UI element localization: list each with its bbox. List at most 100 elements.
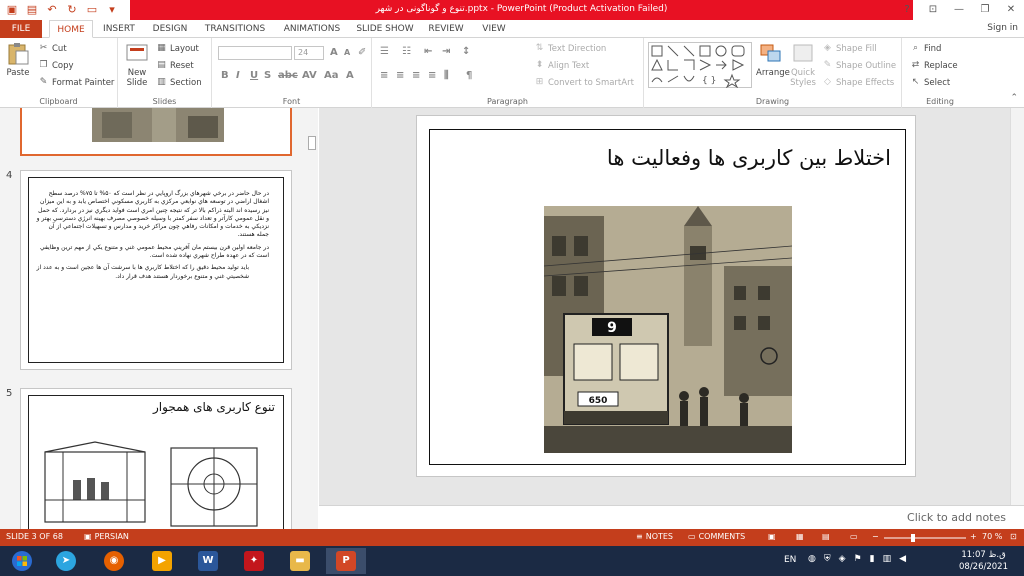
tab-slide-show[interactable]: SLIDE SHOW — [355, 20, 415, 38]
justify-icon[interactable]: ≡ — [428, 70, 436, 81]
zoom-in-button[interactable]: + — [970, 532, 977, 541]
grow-font-icon[interactable]: A — [330, 47, 338, 58]
input-language[interactable]: EN — [784, 555, 796, 565]
thumbnail-slide-4[interactable]: در حال حاضر در برخي شهرهاي بزرگ اروپايي … — [20, 170, 292, 370]
taskbar-word[interactable]: W — [188, 548, 228, 574]
rtl-icon[interactable]: ¶ — [466, 70, 472, 81]
normal-view-icon[interactable]: ▣ — [768, 532, 776, 541]
font-color-icon[interactable]: A — [346, 70, 354, 81]
notes-pane[interactable]: Click to add notes — [319, 505, 1024, 529]
thumbnail-slide-5[interactable]: تنوع کاربری های همجوار — [20, 388, 292, 529]
slide-title[interactable]: اختلاط بین کاربری ها وفعالیت ها — [607, 146, 891, 170]
replace-button[interactable]: ⇄ Replace — [910, 60, 958, 71]
section-button[interactable]: ▥ Section — [156, 77, 201, 88]
zoom-out-button[interactable]: − — [872, 532, 879, 541]
thumbnail-scrollbar[interactable] — [306, 108, 318, 529]
taskbar-firefox[interactable]: ◉ — [94, 548, 134, 574]
tab-insert[interactable]: INSERT — [98, 20, 140, 38]
taskbar-telegram[interactable]: ➤ — [46, 548, 86, 574]
shapes-gallery[interactable]: { } — [648, 42, 752, 88]
taskbar-acrobat[interactable]: ✦ — [234, 548, 274, 574]
zoom-slider[interactable] — [884, 534, 966, 542]
tray-flag-icon[interactable]: ⚑ — [854, 554, 862, 564]
select-button[interactable]: ↖ Select — [910, 77, 951, 88]
shrink-font-icon[interactable]: A — [344, 48, 350, 57]
undo-icon[interactable]: ↶ — [44, 2, 60, 18]
char-spacing-icon[interactable]: AV — [302, 70, 317, 81]
thumbnail-scrollbar-thumb[interactable] — [308, 136, 316, 150]
notes-placeholder[interactable]: Click to add notes — [907, 511, 1006, 524]
reading-view-icon[interactable]: ▤ — [822, 532, 830, 541]
copy-button[interactable]: ❐ Copy — [38, 60, 73, 71]
zoom-level[interactable]: 70 % — [982, 532, 1002, 541]
bold-icon[interactable]: B — [221, 70, 229, 81]
tab-review[interactable]: REVIEW — [423, 20, 469, 38]
notes-button[interactable]: ≡ NOTES — [636, 532, 673, 541]
align-left-icon[interactable]: ≡ — [380, 70, 388, 81]
align-center-icon[interactable]: ≡ — [396, 70, 404, 81]
taskbar-clock[interactable]: 11:07 ق.ظ 08/26/2021 — [959, 549, 1008, 573]
tray-volume-icon[interactable]: ◀ — [899, 554, 906, 564]
tab-animations[interactable]: ANIMATIONS — [277, 20, 347, 38]
arrange-button[interactable]: Arrange — [756, 42, 790, 78]
sign-in-link[interactable]: Sign in — [987, 23, 1018, 33]
comments-button[interactable]: ▭ COMMENTS — [688, 532, 745, 541]
minimize-button[interactable]: — — [946, 0, 972, 20]
taskbar-file-explorer[interactable]: ▬ — [280, 548, 320, 574]
slideshow-view-icon[interactable]: ▭ — [850, 532, 858, 541]
tray-bars-icon[interactable]: ▥ — [883, 554, 892, 564]
new-slide-button[interactable]: New Slide — [122, 42, 152, 88]
start-button[interactable] — [2, 548, 42, 574]
start-from-beginning-icon[interactable]: ▭ — [84, 2, 100, 18]
taskbar-media-player[interactable]: ▶ — [142, 548, 182, 574]
tab-transitions[interactable]: TRANSITIONS — [200, 20, 270, 38]
change-case-icon[interactable]: Aa — [324, 70, 339, 81]
slide-street-sketch-image[interactable]: 9 650 — [544, 206, 792, 453]
close-button[interactable]: ✕ — [998, 0, 1024, 20]
taskbar-powerpoint[interactable]: P — [326, 548, 366, 574]
align-right-icon[interactable]: ≡ — [412, 70, 420, 81]
restore-button[interactable]: ❐ — [972, 0, 998, 20]
tray-chrome-icon[interactable]: ◍ — [808, 554, 816, 564]
shape-effects-button[interactable]: ◇ Shape Effects — [822, 77, 894, 88]
reset-button[interactable]: ▤ Reset — [156, 60, 194, 71]
thumbnail-slide-3[interactable] — [20, 108, 292, 156]
cut-button[interactable]: ✂ Cut — [38, 43, 67, 54]
text-direction-button[interactable]: ⇅ Text Direction — [534, 43, 607, 54]
customize-qat-icon[interactable]: ▾ — [104, 2, 120, 18]
quick-styles-button[interactable]: Quick Styles — [788, 42, 818, 88]
bullets-icon[interactable]: ☰ — [380, 46, 389, 57]
numbering-icon[interactable]: ☷ — [402, 46, 411, 57]
shape-fill-button[interactable]: ◈ Shape Fill — [822, 43, 877, 54]
tab-design[interactable]: DESIGN — [148, 20, 192, 38]
tray-shield-icon[interactable]: ⛨ — [824, 554, 831, 564]
paste-button[interactable]: Paste — [4, 42, 32, 78]
language-indicator[interactable]: ▣ PERSIAN — [84, 532, 129, 541]
fit-slide-icon[interactable]: ⊡ — [1010, 532, 1017, 541]
collapse-ribbon-icon[interactable]: ⌃ — [1010, 93, 1018, 103]
underline-icon[interactable]: U — [250, 70, 258, 81]
tab-file[interactable]: FILE — [0, 20, 42, 38]
current-slide[interactable]: اختلاط بین کاربری ها وفعالیت ها 9 650 — [416, 115, 916, 477]
format-painter-button[interactable]: ✎ Format Painter — [38, 77, 115, 88]
tray-network-icon[interactable]: ▮ — [870, 554, 875, 564]
layout-button[interactable]: ▦ Layout — [156, 43, 199, 54]
ribbon-display-button[interactable]: ⊡ — [920, 0, 946, 20]
redo-icon[interactable]: ↻ — [64, 2, 80, 18]
tab-view[interactable]: VIEW — [476, 20, 512, 38]
save-icon[interactable]: ▤ — [24, 2, 40, 18]
strikethrough-icon[interactable]: abc — [278, 70, 298, 81]
shadow-icon[interactable]: S — [264, 70, 271, 81]
italic-icon[interactable]: I — [236, 70, 240, 81]
line-spacing-icon[interactable]: ↕ — [462, 46, 470, 57]
font-name-box[interactable] — [218, 46, 292, 60]
decrease-indent-icon[interactable]: ⇤ — [424, 46, 432, 57]
slide-sorter-icon[interactable]: ▦ — [796, 532, 804, 541]
shape-outline-button[interactable]: ✎ Shape Outline — [822, 60, 896, 71]
tray-app-icon[interactable]: ◈ — [839, 554, 846, 564]
help-button[interactable]: ? — [894, 0, 920, 20]
slide-scrollbar[interactable] — [1010, 108, 1024, 505]
tab-home[interactable]: HOME — [49, 20, 93, 38]
slide-thumbnail-pane[interactable]: 4 در حال حاضر در برخي شهرهاي بزرگ اروپاي… — [0, 108, 318, 529]
font-size-box[interactable]: 24 — [294, 46, 324, 60]
